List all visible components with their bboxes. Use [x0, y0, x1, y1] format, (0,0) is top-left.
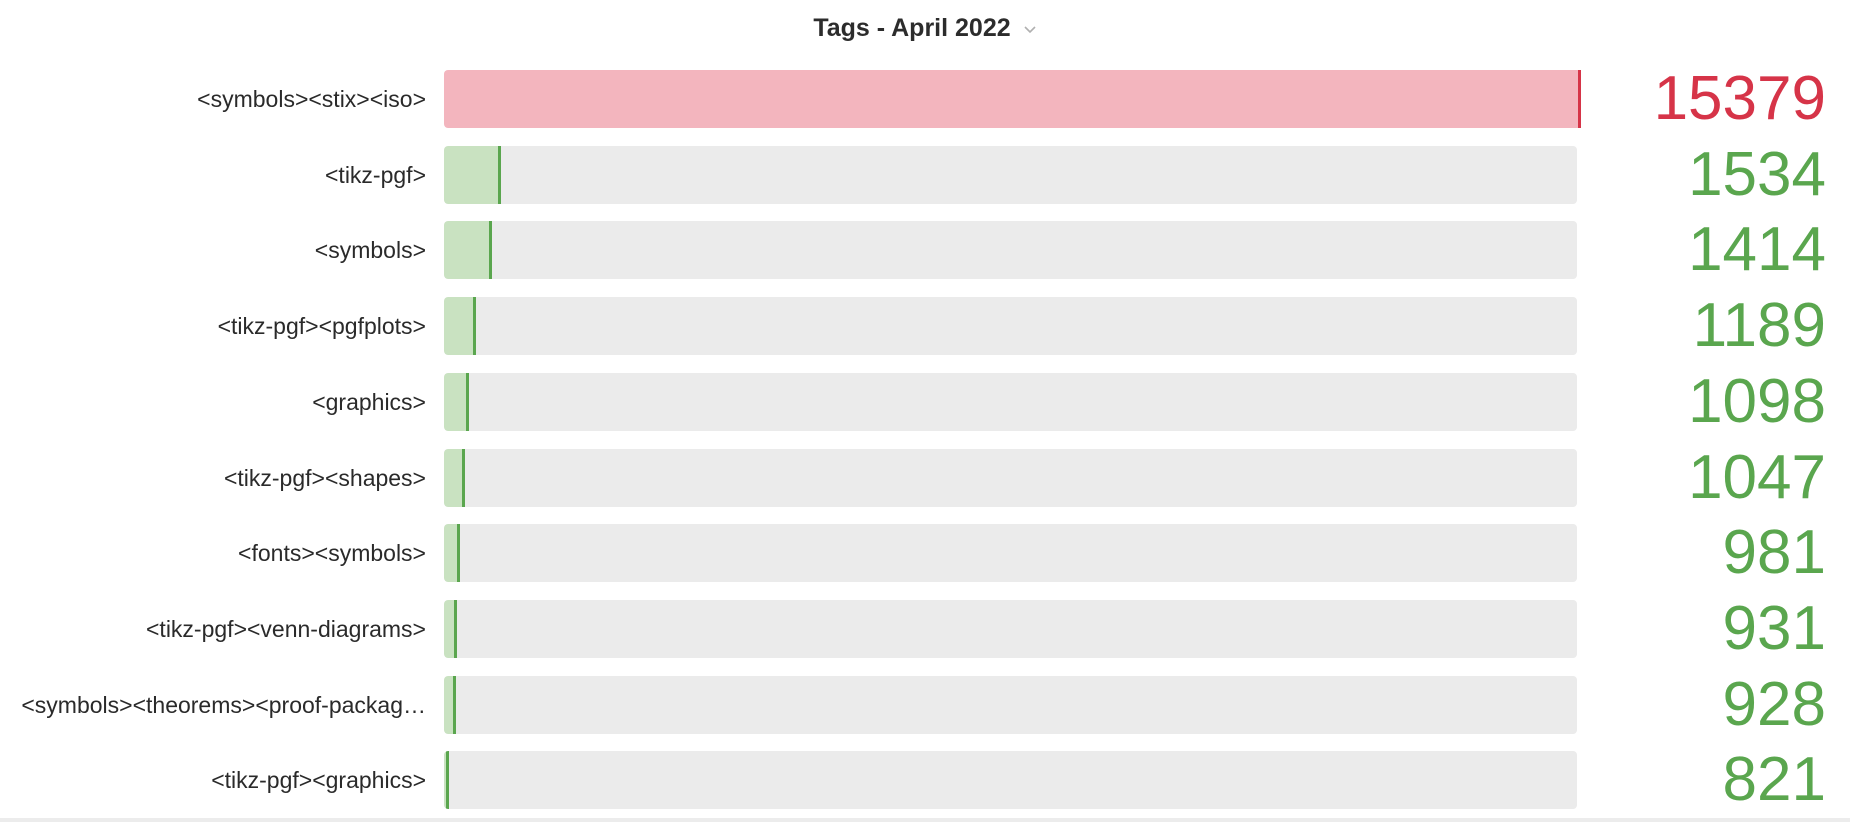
bar-track [444, 524, 1577, 582]
bar [444, 449, 465, 507]
bar-row[interactable]: <tikz-pgf><shapes> 1047 [0, 443, 1850, 512]
bar-track [444, 70, 1581, 128]
bar-row[interactable]: <symbols><stix><iso> 15379 [0, 64, 1850, 133]
bar-row[interactable]: <tikz-pgf> 1534 [0, 140, 1850, 209]
bar-label: <tikz-pgf><pgfplots> [217, 313, 426, 339]
bar-row[interactable]: <tikz-pgf><graphics> 821 [0, 745, 1850, 814]
bar-row[interactable]: <graphics> 1098 [0, 367, 1850, 436]
bar [444, 221, 492, 279]
bar-label: <tikz-pgf><shapes> [223, 465, 426, 491]
bar-value: 1189 [1692, 291, 1826, 360]
bar [444, 600, 457, 658]
bar-label: <tikz-pgf><venn-diagrams> [146, 616, 426, 642]
bar-label: <fonts><symbols> [238, 540, 426, 566]
bar-track [444, 449, 1577, 507]
bar-row[interactable]: <tikz-pgf><venn-diagrams> 931 [0, 594, 1850, 663]
bar-value: 1098 [1688, 367, 1826, 436]
bar-value: 981 [1722, 518, 1826, 587]
bar-label: <tikz-pgf><graphics> [211, 767, 426, 793]
bar [444, 676, 456, 734]
bar-track [444, 676, 1577, 734]
bar-track [444, 146, 1577, 204]
bar [444, 373, 469, 431]
bar-track [444, 751, 1577, 809]
bar-label: <graphics> [312, 389, 426, 415]
bar [444, 146, 501, 204]
bar-row[interactable]: <fonts><symbols> 981 [0, 518, 1850, 587]
bar-value: 1534 [1688, 140, 1826, 209]
bar-row[interactable]: <tikz-pgf><pgfplots> 1189 [0, 291, 1850, 360]
bar-track [444, 221, 1577, 279]
bottom-divider [0, 818, 1850, 822]
bar-value: 821 [1722, 745, 1826, 814]
bar-chart: <symbols><stix><iso> 15379 <tikz-pgf> 1534 <… [0, 0, 1850, 824]
bar-row[interactable]: <symbols><theorems><proof-packag… 928 [0, 670, 1850, 739]
bar [444, 524, 460, 582]
bar-value: 1047 [1688, 443, 1826, 512]
bar-label: <tikz-pgf> [325, 162, 426, 188]
bar-label: <symbols><stix><iso> [197, 86, 426, 112]
bar-track [444, 600, 1577, 658]
bar-track [444, 373, 1577, 431]
bar-value: 15379 [1653, 64, 1826, 133]
bar-value: 931 [1722, 594, 1826, 663]
bar-value: 928 [1722, 670, 1826, 739]
bar-value: 1414 [1688, 215, 1826, 284]
bar [444, 751, 449, 809]
bar-track [444, 297, 1577, 355]
bar-label: <symbols><theorems><proof-packag… [21, 692, 426, 718]
bar-label: <symbols> [314, 237, 426, 263]
bar-row[interactable]: <symbols> 1414 [0, 215, 1850, 284]
bar [444, 70, 1581, 128]
bar [444, 297, 476, 355]
